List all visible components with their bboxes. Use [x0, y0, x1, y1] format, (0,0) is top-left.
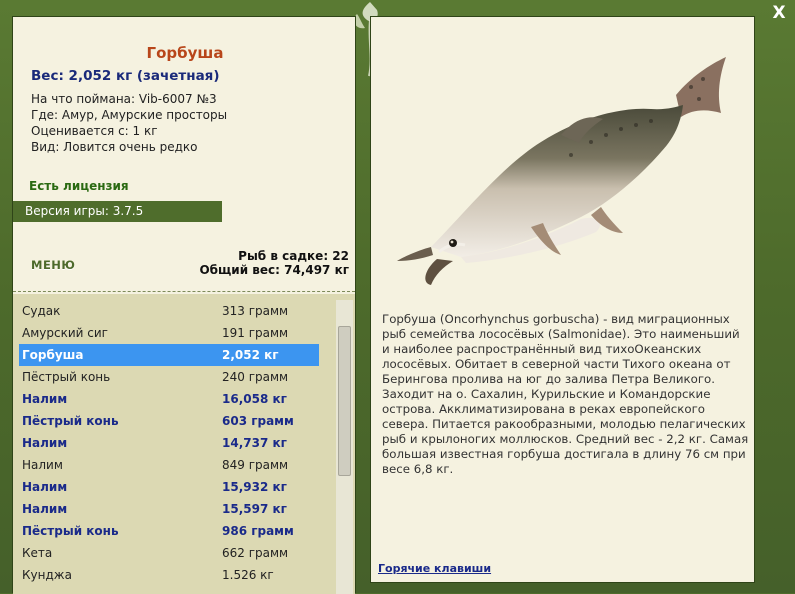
fish-weight-value: 662 грамм — [222, 546, 289, 560]
keepnet-count: Рыб в садке: 22 — [238, 249, 349, 263]
fish-name: Пёстрый конь — [22, 414, 119, 428]
catch-list[interactable]: Судак 313 грамм Амурский сиг 191 грамм Г… — [13, 294, 355, 594]
fish-weight-value: 986 грамм — [222, 524, 294, 538]
fish-name: Пёстрый конь — [22, 370, 111, 384]
fish-description-panel: Горбуша (Oncorhynchus gorbuscha) - вид м… — [370, 16, 755, 583]
close-button[interactable]: X — [768, 2, 790, 24]
fish-name: Налим — [22, 458, 63, 472]
fish-name: Кунджа — [22, 568, 72, 582]
fish-name: Амурский сиг — [22, 326, 108, 340]
list-item[interactable]: Пёстрый конь 986 грамм — [19, 520, 319, 542]
list-item[interactable]: Пёстрый конь 240 грамм — [19, 366, 319, 388]
rated-from: Оценивается с: 1 кг — [31, 124, 158, 138]
list-item[interactable]: Налим 14,737 кг — [19, 432, 319, 454]
pink-salmon-image — [397, 57, 726, 285]
fish-weight-value: 1.526 кг — [222, 568, 274, 582]
fish-description: Горбуша (Oncorhynchus gorbuscha) - вид м… — [382, 312, 749, 476]
fish-weight-value: 16,058 кг — [222, 392, 287, 406]
list-item[interactable]: Налим 849 грамм — [19, 454, 319, 476]
list-item[interactable]: Горбуша 2,052 кг — [19, 344, 319, 366]
fish-weight-value: 2,052 кг — [222, 348, 279, 362]
list-divider — [13, 291, 355, 292]
fish-weight-value: 15,932 кг — [222, 480, 287, 494]
fish-name: Пёстрый конь — [22, 524, 119, 538]
list-item[interactable]: Налим 15,932 кг — [19, 476, 319, 498]
fish-weight-value: 849 грамм — [222, 458, 289, 472]
game-version: Версия игры: 3.7.5 — [13, 201, 222, 222]
fish-title: Горбуша — [146, 44, 224, 62]
fish-name: Налим — [22, 436, 68, 450]
fish-weight-value: 240 грамм — [222, 370, 289, 384]
fish-weight-value: 14,737 кг — [222, 436, 287, 450]
fish-kind: Вид: Ловится очень редко — [31, 140, 198, 154]
catch-location: Где: Амур, Амурские просторы — [31, 108, 228, 122]
list-scrollbar[interactable] — [336, 300, 353, 594]
fish-name: Кета — [22, 546, 53, 560]
menu-button[interactable]: МЕНЮ — [31, 258, 75, 272]
fish-name: Горбуша — [22, 348, 84, 362]
window-frame: X Горбуша Вес: 2,052 кг (зачетная) На чт… — [0, 0, 795, 594]
caught-with: На что поймана: Vib-6007 №3 — [31, 92, 217, 106]
hotkeys-link[interactable]: Горячие клавиши — [378, 562, 491, 575]
scroll-thumb[interactable] — [338, 326, 351, 476]
fish-weight-value: 15,597 кг — [222, 502, 287, 516]
fish-name: Налим — [22, 480, 68, 494]
fish-weight-value: 313 грамм — [222, 304, 289, 318]
list-item[interactable]: Кунджа 1.526 кг — [19, 564, 319, 586]
keepnet-total-weight: Общий вес: 74,497 кг — [199, 263, 349, 277]
fish-name: Налим — [22, 392, 68, 406]
fish-weight: Вес: 2,052 кг (зачетная) — [31, 68, 220, 84]
list-item[interactable]: Судак 313 грамм — [19, 300, 319, 322]
fish-weight-value: 191 грамм — [222, 326, 289, 340]
list-item[interactable]: Кета 662 грамм — [19, 542, 319, 564]
list-item[interactable]: Амурский сиг 191 грамм — [19, 322, 319, 344]
list-item[interactable]: Налим 16,058 кг — [19, 388, 319, 410]
fish-name: Налим — [22, 502, 68, 516]
license-status: Есть лицензия — [29, 179, 129, 193]
fish-name: Судак — [22, 304, 61, 318]
list-item[interactable]: Пёстрый конь 603 грамм — [19, 410, 319, 432]
fish-weight-value: 603 грамм — [222, 414, 294, 428]
list-item[interactable]: Налим 15,597 кг — [19, 498, 319, 520]
fish-info-panel: Горбуша Вес: 2,052 кг (зачетная) На что … — [12, 16, 356, 594]
